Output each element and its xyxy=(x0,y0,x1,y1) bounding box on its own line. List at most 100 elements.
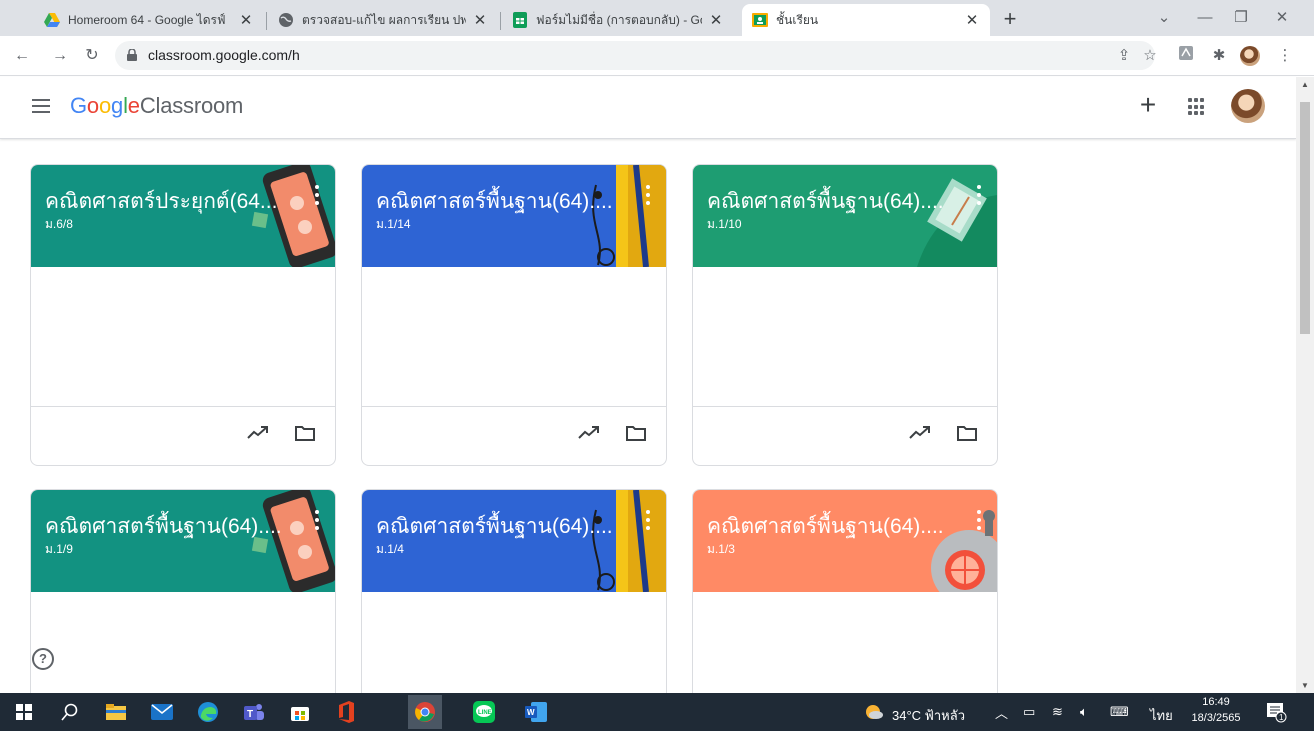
close-window-button[interactable]: ✕ xyxy=(1264,4,1300,32)
class-card[interactable]: คณิตศาสตร์พื้นฐาน(64).... ม.1/10 xyxy=(692,164,998,466)
close-tab-icon[interactable]: ✕ xyxy=(964,11,980,29)
input-indicator-icon[interactable]: ⌨︎ xyxy=(1110,704,1129,720)
svg-text:T: T xyxy=(247,709,253,720)
line-icon[interactable]: LINE xyxy=(470,698,498,726)
windows-start-icon[interactable] xyxy=(10,698,38,726)
language-indicator[interactable]: ไทย xyxy=(1150,705,1173,726)
tab-search-icon[interactable]: ⌄ xyxy=(1146,4,1182,32)
battery-icon[interactable]: ▭ xyxy=(1023,704,1035,720)
more-options-icon[interactable] xyxy=(315,185,321,205)
mail-icon[interactable] xyxy=(148,698,176,726)
teams-icon[interactable]: T xyxy=(240,698,268,726)
url-text: classroom.google.com/h xyxy=(148,47,300,63)
svg-text:LINE: LINE xyxy=(478,710,492,716)
more-options-icon[interactable] xyxy=(977,185,983,205)
weather-sun-icon[interactable] xyxy=(860,698,888,726)
folder-icon[interactable] xyxy=(626,425,646,441)
show-hidden-icons-icon[interactable]: ︿ xyxy=(995,703,1008,722)
bookmark-star-icon[interactable]: ☆ xyxy=(1140,46,1160,66)
chrome-icon[interactable] xyxy=(408,695,442,729)
word-icon[interactable]: W xyxy=(522,698,550,726)
class-card[interactable]: คณิตศาสตร์พื้นฐาน(64).... ม.1/14 xyxy=(361,164,667,466)
office-icon[interactable] xyxy=(332,698,360,726)
scroll-thumb[interactable] xyxy=(1300,102,1310,334)
browser-menu-icon[interactable]: ⋮ xyxy=(1275,46,1295,66)
notification-center-icon[interactable]: 1 xyxy=(1262,698,1290,726)
trending-up-icon[interactable] xyxy=(909,425,931,439)
class-card-banner[interactable]: คณิตศาสตร์พื้นฐาน(64).... ม.1/9 xyxy=(31,490,335,592)
weather-text[interactable]: 34°C ฟ้าหลัว xyxy=(892,705,965,726)
notification-count: 1 xyxy=(1279,713,1284,722)
classroom-header: GoogleClassroom + xyxy=(0,77,1296,139)
profile-avatar[interactable] xyxy=(1240,46,1260,66)
class-card-footer xyxy=(31,407,335,465)
clock-date[interactable]: 18/3/2565 xyxy=(1188,712,1244,724)
close-tab-icon[interactable]: ✕ xyxy=(238,11,254,29)
tab-google-form-responses[interactable]: ฟอร์มไม่มีชื่อ (การตอบกลับ) - Google ✕ xyxy=(502,4,734,36)
file-explorer-icon[interactable] xyxy=(102,698,130,726)
close-tab-icon[interactable]: ✕ xyxy=(708,11,724,29)
class-card-banner[interactable]: คณิตศาสตร์พื้นฐาน(64).... ม.1/14 xyxy=(362,165,666,267)
class-card-body xyxy=(31,267,335,407)
class-card-banner[interactable]: คณิตศาสตร์พื้นฐาน(64).... ม.1/3 xyxy=(693,490,997,592)
folder-icon[interactable] xyxy=(295,425,315,441)
back-button[interactable]: ← xyxy=(10,44,34,68)
class-card-banner[interactable]: คณิตศาสตร์พื้นฐาน(64).... ม.1/4 xyxy=(362,490,666,592)
google-classroom-logo[interactable]: GoogleClassroom xyxy=(70,93,243,119)
search-icon[interactable] xyxy=(56,698,84,726)
class-title[interactable]: คณิตศาสตร์พื้นฐาน(64).... xyxy=(45,510,281,543)
help-icon[interactable]: ? xyxy=(32,648,54,670)
browser-toolbar: ← → ↻ classroom.google.com/h ⇪ ☆ ✱ ⋮ xyxy=(0,36,1314,76)
page-scrollbar[interactable]: ▲ ▼ xyxy=(1296,77,1314,693)
address-bar[interactable]: classroom.google.com/h xyxy=(115,41,1155,70)
class-card-body xyxy=(362,267,666,407)
tab-separator xyxy=(500,12,501,30)
trending-up-icon[interactable] xyxy=(578,425,600,439)
share-icon[interactable]: ⇪ xyxy=(1114,46,1134,66)
folder-icon[interactable] xyxy=(957,425,977,441)
close-tab-icon[interactable]: ✕ xyxy=(472,11,488,29)
google-apps-icon[interactable] xyxy=(1188,98,1206,116)
minimize-button[interactable]: — xyxy=(1187,4,1223,32)
class-title[interactable]: คณิตศาสตร์ประยุกต์(64... xyxy=(45,185,281,218)
class-section: ม.1/3 xyxy=(707,542,735,556)
tab-homeroom-drive[interactable]: Homeroom 64 - Google ไดรฟ์ ✕ xyxy=(34,4,264,36)
class-title[interactable]: คณิตศาสตร์พื้นฐาน(64).... xyxy=(707,185,943,218)
wifi-icon[interactable]: ≋ xyxy=(1052,704,1063,720)
create-join-class-button[interactable]: + xyxy=(1133,91,1163,121)
forward-button[interactable]: → xyxy=(48,44,72,68)
browser-tab-strip: Homeroom 64 - Google ไดรฟ์ ✕ ตรวจสอบ-แก้… xyxy=(0,0,1314,36)
reload-button[interactable]: ↻ xyxy=(80,44,104,68)
tab-classroom[interactable]: ชั้นเรียน ✕ xyxy=(742,4,990,36)
windows-taskbar: T LINE W 34°C ฟ้าหลัว ︿ ▭ ≋ 🔈︎ ⌨︎ ไทย 16… xyxy=(0,693,1314,731)
trending-up-icon[interactable] xyxy=(247,425,269,439)
main-menu-icon[interactable] xyxy=(32,99,50,113)
tab-title: Homeroom 64 - Google ไดรฟ์ xyxy=(68,12,226,27)
more-options-icon[interactable] xyxy=(977,510,983,530)
class-title[interactable]: คณิตศาสตร์พื้นฐาน(64).... xyxy=(376,185,612,218)
google-drive-icon xyxy=(44,12,60,28)
store-icon[interactable] xyxy=(286,698,314,726)
edge-browser-icon[interactable] xyxy=(194,698,222,726)
class-title[interactable]: คณิตศาสตร์พื้นฐาน(64).... xyxy=(707,510,943,543)
scroll-up-arrow-icon[interactable]: ▲ xyxy=(1301,80,1309,89)
extensions-puzzle-icon[interactable]: ✱ xyxy=(1209,46,1229,66)
class-card-banner[interactable]: คณิตศาสตร์ประยุกต์(64... ม.6/8 xyxy=(31,165,335,267)
scroll-down-arrow-icon[interactable]: ▼ xyxy=(1301,681,1309,690)
restore-button[interactable]: ❐ xyxy=(1223,4,1259,32)
more-options-icon[interactable] xyxy=(646,510,652,530)
class-card[interactable]: คณิตศาสตร์ประยุกต์(64... ม.6/8 xyxy=(30,164,336,466)
google-sheets-icon xyxy=(512,12,528,28)
account-avatar[interactable] xyxy=(1231,89,1265,123)
tab-grade-check[interactable]: ตรวจสอบ-แก้ไข ผลการเรียน ปพ.1 ✕ xyxy=(268,4,498,36)
volume-icon[interactable]: 🔈︎ xyxy=(1080,704,1088,720)
class-card-banner[interactable]: คณิตศาสตร์พื้นฐาน(64).... ม.1/10 xyxy=(693,165,997,267)
class-title[interactable]: คณิตศาสตร์พื้นฐาน(64).... xyxy=(376,510,612,543)
pdf-extension-icon[interactable] xyxy=(1176,46,1196,66)
more-options-icon[interactable] xyxy=(646,185,652,205)
new-tab-button[interactable]: + xyxy=(996,6,1024,34)
class-card-body xyxy=(693,267,997,407)
clock-time[interactable]: 16:49 xyxy=(1188,696,1244,708)
more-options-icon[interactable] xyxy=(315,510,321,530)
class-section: ม.6/8 xyxy=(45,217,73,231)
